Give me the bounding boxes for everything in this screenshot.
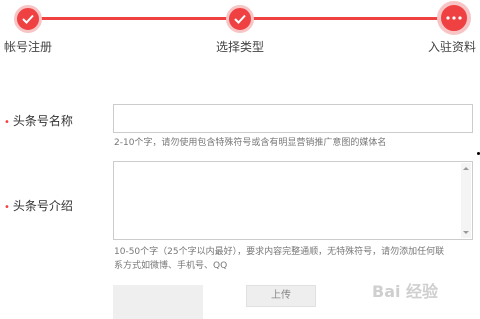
- name-input[interactable]: [113, 104, 473, 133]
- scroll-down-icon[interactable]: [461, 230, 471, 236]
- intro-hint-line-2: 系方式如微博、手机号、QQ: [114, 261, 228, 271]
- step-3-label: 入驻资料: [428, 40, 477, 54]
- watermark: Bai 经验: [372, 282, 439, 301]
- textarea-scrollbar[interactable]: [461, 163, 471, 238]
- required-star-icon: •: [4, 117, 10, 128]
- step-3-current-icon: [437, 1, 471, 35]
- scroll-up-icon[interactable]: [461, 165, 471, 171]
- step-1-check-icon: [14, 5, 42, 33]
- step-2-label: 选择类型: [216, 40, 265, 54]
- name-label-text: 头条号名称: [12, 114, 73, 128]
- upload-button[interactable]: 上传: [246, 285, 316, 307]
- step-2-check-icon: [226, 5, 254, 33]
- intro-label-text: 头条号介绍: [12, 199, 73, 213]
- image-preview-box[interactable]: [113, 285, 203, 319]
- intro-textarea[interactable]: [113, 161, 473, 240]
- required-star-icon: •: [4, 202, 10, 213]
- intro-field-label: • 头条号介绍: [4, 197, 73, 214]
- name-hint: 2-10个字，请勿使用包含特殊符号或含有明显营销推广意图的媒体名: [114, 138, 387, 148]
- step-1-label: 帐号注册: [4, 40, 53, 54]
- intro-hint-line-1: 10-50个字（25个字以内最好），要求内容完整通顺，无特殊符号，请勿添加任何联: [114, 247, 445, 257]
- name-field-label: • 头条号名称: [4, 112, 73, 129]
